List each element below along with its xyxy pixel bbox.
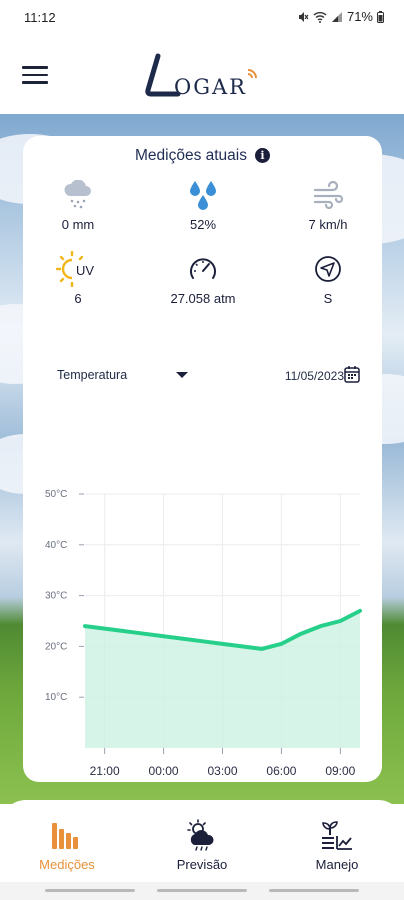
status-icons: 71% (297, 9, 384, 24)
date-field[interactable]: 11/05/2023 (285, 369, 344, 383)
rain-cloud-icon (64, 180, 91, 209)
status-time: 11:12 (24, 10, 56, 25)
system-nav-back[interactable] (269, 889, 359, 892)
measurement-type-dropdown[interactable]: Temperatura (57, 368, 127, 382)
metric-pressure-value: 27.058 atm (170, 291, 236, 306)
chevron-down-icon[interactable] (176, 372, 188, 378)
logo: OGAR (138, 50, 268, 100)
calendar-icon[interactable] (344, 365, 360, 383)
system-nav-home[interactable] (157, 889, 247, 892)
chart-y-tick-label: 20°C (45, 641, 67, 652)
nav-item-manejo[interactable]: Manejo (282, 818, 392, 872)
uv-icon-text: UV (76, 263, 94, 278)
metric-humidity: 52% (148, 178, 258, 232)
current-measurements-card: Medições atuais i 0 mm 52% 7 km/h UV 6 2… (23, 136, 382, 782)
metric-pressure: 27.058 atm (148, 252, 258, 306)
plant-chart-icon (322, 821, 352, 850)
humidity-drops-icon (190, 181, 216, 210)
signal-icon (331, 11, 342, 22)
metric-wind-value: 7 km/h (308, 217, 348, 232)
chart-x-tick-label: 03:00 (207, 764, 237, 778)
bar-chart-icon (52, 823, 78, 849)
mute-icon (298, 11, 309, 22)
status-bar: 11:12 71% (0, 0, 404, 36)
nav-item-previsao[interactable]: Previsão (147, 818, 257, 872)
metric-humidity-value: 52% (189, 217, 217, 232)
chart-x-tick-label: 00:00 (149, 764, 179, 778)
metric-rain-value: 0 mm (61, 217, 95, 232)
nav-label-manejo: Manejo (315, 857, 359, 872)
chart-x-tick-label: 09:00 (325, 764, 355, 778)
metric-uv-value: 6 (74, 291, 82, 306)
system-navigation-bar (0, 882, 404, 900)
metric-direction: S (273, 252, 383, 306)
chart-y-tick-label: 30°C (45, 591, 67, 602)
direction-arrow-icon (315, 256, 341, 282)
chart-y-tick-label: 50°C (45, 489, 67, 500)
nav-item-medicoes[interactable]: Medições (12, 818, 122, 872)
chart-x-tick-label: 06:00 (266, 764, 296, 778)
battery-percent: 71% (346, 9, 373, 24)
metric-uv: UV 6 (23, 251, 133, 306)
metric-direction-value: S (323, 291, 333, 306)
gauge-icon (190, 258, 216, 279)
wifi-icon (313, 11, 327, 23)
app-header: OGAR (0, 36, 404, 114)
bottom-navigation: Medições Previsão Manejo (0, 800, 404, 882)
chart-x-tick-label: 21:00 (90, 764, 120, 778)
chart-y-tick-label: 40°C (45, 540, 67, 551)
metric-wind: 7 km/h (273, 178, 383, 232)
nav-label-medicoes: Medições (39, 857, 95, 872)
svg-text:OGAR: OGAR (174, 75, 247, 99)
system-nav-recent[interactable] (45, 889, 135, 892)
hamburger-menu-icon[interactable] (22, 66, 48, 86)
sun-uv-icon: UV (56, 251, 94, 287)
metric-rain: 0 mm (23, 178, 133, 232)
battery-icon (377, 10, 384, 23)
temperature-chart: 10°C 20°C 30°C 40°C 50°C 21:00 00:00 03:00 06:00… (45, 489, 362, 778)
cloud-sun-icon (187, 819, 214, 851)
nav-label-previsao: Previsão (176, 857, 228, 872)
wind-icon (313, 181, 344, 209)
card-title-text: Medições atuais (134, 147, 247, 164)
card-title: Medições atuais i (23, 147, 382, 165)
logo-mark: OGAR (145, 53, 257, 99)
chart-y-tick-label: 10°C (45, 692, 67, 703)
info-icon[interactable]: i (255, 148, 270, 163)
